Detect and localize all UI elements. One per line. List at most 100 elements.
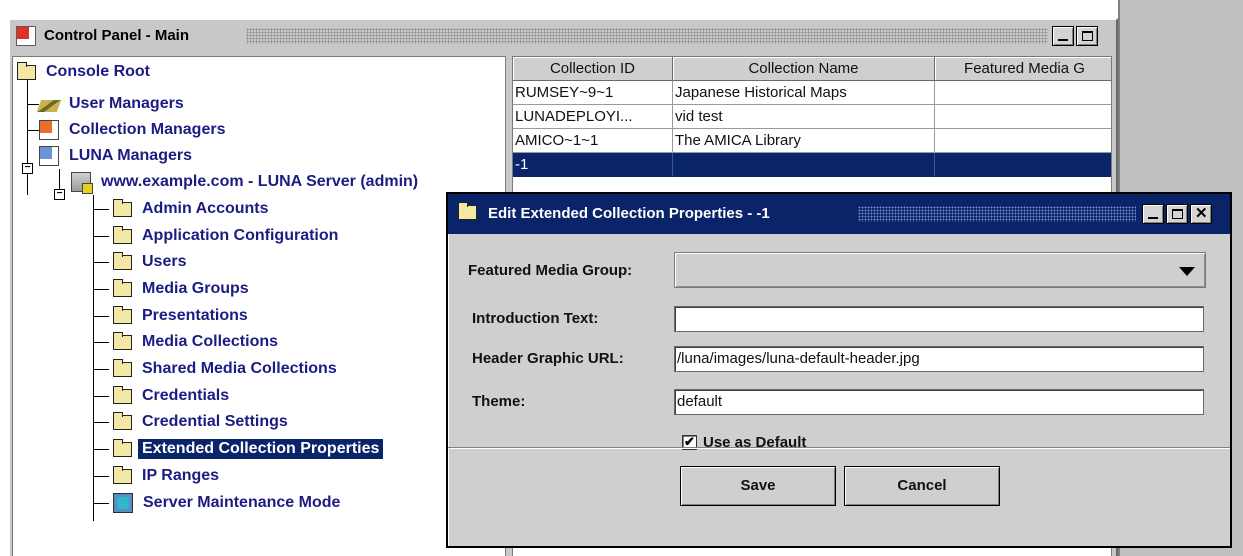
tree-node-label: Credential Settings xyxy=(142,413,288,430)
tree-node-media-groups[interactable]: Media Groups xyxy=(113,276,253,302)
maximize-button[interactable] xyxy=(1166,204,1188,224)
minimize-button[interactable] xyxy=(1052,26,1074,46)
close-button[interactable]: ✕ xyxy=(1190,204,1212,224)
window-title: Control Panel - Main xyxy=(44,27,190,44)
tree-node-application-configuration[interactable]: Application Configuration xyxy=(113,223,342,249)
table-cell: RUMSEY~9~1 xyxy=(513,81,673,105)
tree-connector xyxy=(93,316,109,317)
table-cell: The AMICA Library xyxy=(673,129,935,153)
theme-label: Theme: xyxy=(472,393,526,410)
tree-node-credential-settings[interactable]: Credential Settings xyxy=(113,409,292,435)
tree-connector xyxy=(93,236,109,237)
maximize-icon xyxy=(1172,209,1183,219)
tree-node-label: IP Ranges xyxy=(142,467,220,484)
tree-node-extended-collection-properties[interactable]: Extended Collection Properties xyxy=(113,436,384,462)
table-cell xyxy=(935,81,1111,105)
tree-node-user-managers[interactable]: User Managers xyxy=(36,91,188,117)
tree-node-users[interactable]: Users xyxy=(113,249,190,275)
table-row[interactable]: RUMSEY~9~1 Japanese Historical Maps xyxy=(513,81,1111,105)
table-cell xyxy=(935,129,1111,153)
dialog-titlebar[interactable]: Edit Extended Collection Properties - -1… xyxy=(448,194,1230,234)
desktop: Control Panel - Main − − Console Root Us… xyxy=(0,0,1243,556)
minimize-icon xyxy=(1058,39,1068,41)
tree-node-luna-managers[interactable]: LUNA Managers xyxy=(39,143,196,169)
featured-media-group-select[interactable] xyxy=(674,252,1206,288)
tree-node-label: Server Maintenance Mode xyxy=(143,494,341,511)
collection-managers-icon xyxy=(39,120,59,140)
collapse-toggle[interactable]: − xyxy=(54,189,65,200)
dialog-divider xyxy=(448,447,1230,449)
theme-field[interactable]: default xyxy=(674,389,1204,415)
tree-node-presentations[interactable]: Presentations xyxy=(113,303,252,329)
folder-icon xyxy=(113,278,132,297)
window-titlebar[interactable]: Control Panel - Main xyxy=(10,20,1116,52)
tree-connector xyxy=(93,449,109,450)
dialog-title: Edit Extended Collection Properties - -1 xyxy=(488,205,770,222)
user-managers-icon xyxy=(36,100,62,112)
table-cell: Japanese Historical Maps xyxy=(673,81,935,105)
column-header-collection-id[interactable]: Collection ID xyxy=(513,57,673,81)
tree-node-server-maintenance-mode[interactable]: Server Maintenance Mode xyxy=(113,490,344,516)
tree-connector xyxy=(27,79,28,195)
tree-connector xyxy=(27,104,39,105)
cancel-button[interactable]: Cancel xyxy=(844,466,1000,506)
folder-icon xyxy=(458,202,477,220)
column-header-featured-media-group[interactable]: Featured Media G xyxy=(935,57,1111,81)
featured-media-group-label: Featured Media Group: xyxy=(468,262,633,279)
collapse-toggle[interactable]: − xyxy=(22,163,33,174)
tree-node-label: Shared Media Collections xyxy=(142,360,337,377)
tree-connector xyxy=(93,476,109,477)
tree-node-admin-accounts[interactable]: Admin Accounts xyxy=(113,196,273,222)
introduction-text-field[interactable] xyxy=(674,306,1204,332)
folder-icon xyxy=(113,331,132,350)
tree-node-media-collections[interactable]: Media Collections xyxy=(113,329,282,355)
save-button[interactable]: Save xyxy=(680,466,836,506)
maximize-button[interactable] xyxy=(1076,26,1098,46)
table-row[interactable]: AMICO~1~1 The AMICA Library xyxy=(513,129,1111,153)
tree-node-label: Media Groups xyxy=(142,280,249,297)
table-cell xyxy=(673,153,935,177)
header-graphic-url-field[interactable]: /luna/images/luna-default-header.jpg xyxy=(674,346,1204,372)
tree-connector xyxy=(93,503,109,504)
tree-node-console-root[interactable]: Console Root xyxy=(17,59,154,85)
server-icon xyxy=(71,172,93,194)
minimize-button[interactable] xyxy=(1142,204,1164,224)
tree-node-luna-server[interactable]: www.example.com - LUNA Server (admin) xyxy=(71,169,422,195)
folder-icon xyxy=(113,411,132,430)
app-icon xyxy=(16,26,36,46)
tree-node-label: LUNA Managers xyxy=(69,147,192,164)
tree-connector xyxy=(93,209,109,210)
table-cell: vid test xyxy=(673,105,935,129)
table-row[interactable]: LUNADEPLOYI... vid test xyxy=(513,105,1111,129)
tree-connector xyxy=(93,396,109,397)
table-cell xyxy=(935,153,1111,177)
console-tree[interactable]: − − Console Root User Managers Collectio… xyxy=(12,56,506,556)
introduction-text-label: Introduction Text: xyxy=(472,310,599,327)
tree-node-label: Users xyxy=(142,253,187,270)
table-cell xyxy=(935,105,1111,129)
column-header-collection-name[interactable]: Collection Name xyxy=(673,57,935,81)
tree-connector xyxy=(27,130,39,131)
chevron-down-icon xyxy=(1179,267,1195,276)
tree-node-label: Credentials xyxy=(142,387,230,404)
tree-node-label: Media Collections xyxy=(142,333,279,350)
tree-connector xyxy=(93,369,109,370)
maximize-icon xyxy=(1082,31,1093,41)
maintenance-icon xyxy=(113,493,133,513)
tree-node-label: Extended Collection Properties xyxy=(138,439,384,459)
tree-node-collection-managers[interactable]: Collection Managers xyxy=(39,117,229,143)
table-row-selected[interactable]: -1 xyxy=(513,153,1111,177)
tree-connector xyxy=(93,289,109,290)
tree-node-label: www.example.com - LUNA Server (admin) xyxy=(101,173,419,190)
tree-connector xyxy=(93,262,109,263)
table-cell: AMICO~1~1 xyxy=(513,129,673,153)
tree-node-label: Collection Managers xyxy=(69,121,226,138)
tree-node-shared-media-collections[interactable]: Shared Media Collections xyxy=(113,356,341,382)
table-cell: -1 xyxy=(513,153,673,177)
luna-managers-icon xyxy=(39,146,59,166)
tree-connector xyxy=(93,422,109,423)
folder-icon xyxy=(113,465,132,484)
tree-node-ip-ranges[interactable]: IP Ranges xyxy=(113,463,223,489)
folder-icon xyxy=(17,61,36,80)
tree-node-credentials[interactable]: Credentials xyxy=(113,383,233,409)
